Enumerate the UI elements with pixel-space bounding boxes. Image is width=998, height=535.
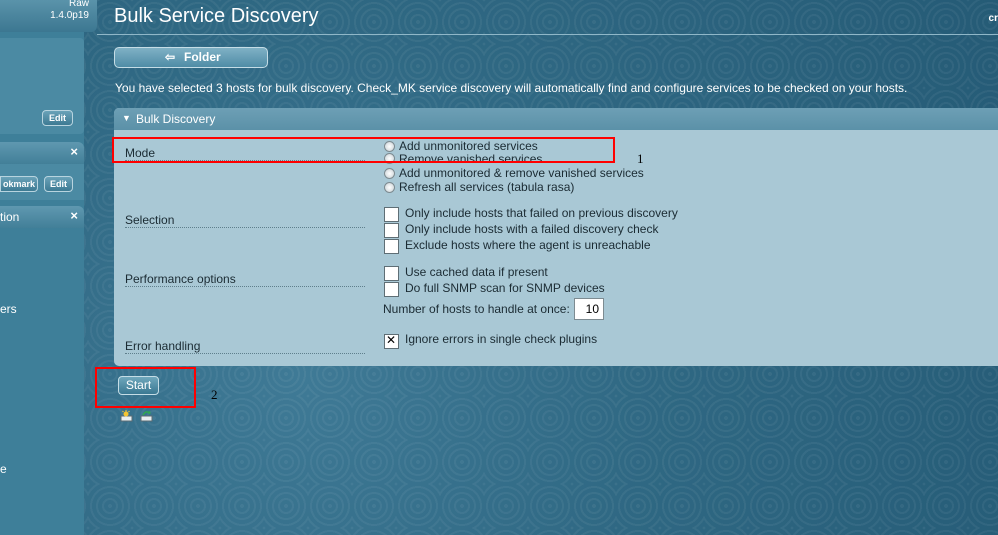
sidebar-snapin-3-header[interactable]: tion ×	[0, 206, 84, 228]
sidebar-snapin-1: Edit	[0, 38, 84, 134]
info-message: You have selected 3 hosts for bulk disco…	[115, 81, 908, 95]
new-item-icon[interactable]	[120, 410, 133, 422]
performance-option-snmp: Do full SNMP scan for SNMP devices	[405, 281, 605, 295]
folder-button[interactable]: ⇦ Folder	[114, 47, 268, 68]
panel-header[interactable]: ▼ Bulk Discovery	[114, 108, 998, 130]
annotation-marker-2: 2	[211, 387, 218, 402]
folder-button-label: Folder	[184, 50, 221, 64]
version-edition: Raw	[68, 0, 89, 9]
selection-label: Selection	[125, 213, 365, 228]
version-number: 1.4.0p19	[50, 10, 89, 21]
sidebar-item-partial-2[interactable]: e	[0, 462, 7, 476]
page-title: Bulk Service Discovery	[114, 5, 319, 27]
panel-title: Bulk Discovery	[136, 112, 216, 126]
selection-option-exclude-unreachable: Exclude hosts where the agent is unreach…	[405, 238, 651, 252]
performance-label: Performance options	[125, 272, 365, 287]
mode-radio-refresh[interactable]	[384, 182, 395, 193]
annotation-box-2	[95, 367, 196, 408]
sidebar-snapin-2-header: ×	[0, 142, 84, 164]
collapse-triangle-icon: ▼	[122, 113, 131, 123]
performance-option-cached: Use cached data if present	[405, 265, 548, 279]
version-box: Raw 1.4.0p19	[0, 0, 97, 32]
refresh-item-icon[interactable]	[140, 410, 153, 422]
selection-option-failed-check: Only include hosts with a failed discove…	[405, 222, 659, 236]
error-handling-checkbox[interactable]	[384, 333, 399, 349]
user-name[interactable]: cr	[989, 13, 998, 24]
selection-checkbox-failed-previous[interactable]	[384, 207, 399, 222]
hosts-at-once-label: Number of hosts to handle at once:	[383, 302, 570, 316]
performance-checkbox-cached[interactable]	[384, 266, 399, 281]
selection-option-failed-previous: Only include hosts that failed on previo…	[405, 206, 678, 220]
title-divider	[97, 34, 998, 35]
bookmark-button[interactable]: okmark	[0, 176, 38, 192]
sidebar-snapin-2: okmark Edit	[0, 164, 84, 200]
mode-option-refresh: Refresh all services (tabula rasa)	[399, 180, 575, 194]
error-handling-option: Ignore errors in single check plugins	[405, 332, 598, 346]
error-handling-label: Error handling	[125, 339, 365, 354]
hosts-at-once-input[interactable]: 10	[574, 298, 604, 320]
annotation-marker-1: 1	[637, 151, 644, 166]
selection-checkbox-exclude-unreachable[interactable]	[384, 239, 399, 254]
selection-checkbox-failed-check[interactable]	[384, 223, 399, 238]
close-icon-2[interactable]: ×	[70, 208, 78, 223]
back-arrow-icon: ⇦	[165, 50, 176, 64]
mode-radio-add-remove[interactable]	[384, 168, 395, 179]
edit-button-2[interactable]: Edit	[44, 176, 73, 192]
edit-button[interactable]: Edit	[42, 110, 73, 126]
mode-option-add-remove: Add unmonitored & remove vanished servic…	[399, 166, 644, 180]
sidebar-section-title: tion	[0, 210, 20, 224]
annotation-box-1	[112, 137, 615, 163]
sidebar-item-partial[interactable]: ers	[0, 302, 17, 316]
close-icon[interactable]: ×	[70, 144, 78, 159]
performance-checkbox-snmp[interactable]	[384, 282, 399, 297]
